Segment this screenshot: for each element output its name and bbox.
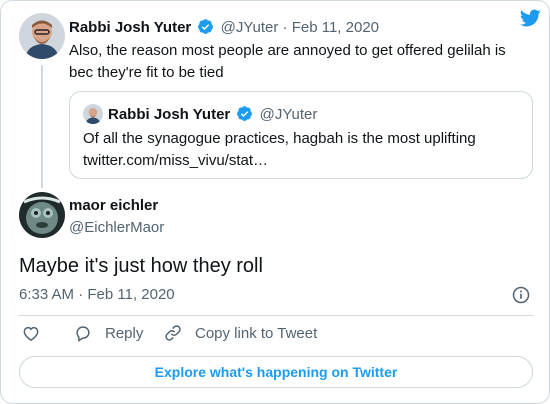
reply-icon	[76, 326, 90, 342]
avatar[interactable]	[19, 13, 65, 59]
tweet-timestamp[interactable]: 6:33 AM · Feb 11, 2020	[19, 286, 175, 303]
quoted-avatar	[83, 104, 103, 124]
verified-badge-icon	[198, 19, 214, 34]
twitter-logo-icon[interactable]	[517, 7, 543, 34]
quoted-link[interactable]: twitter.com/miss_vivu/stat…	[83, 150, 523, 172]
quoted-author-name: Rabbi Josh Yuter	[108, 106, 231, 123]
tweet-actions: Reply Copy link to Tweet	[19, 323, 533, 349]
tweet-date[interactable]: Feb 11, 2020	[292, 19, 379, 36]
divider	[19, 315, 533, 316]
parent-tweet-header: Rabbi Josh Yuter @JYuter · Feb 11, 2020	[69, 18, 379, 36]
quoted-tweet[interactable]: Rabbi Josh Yuter @JYuter Of all the syna…	[69, 91, 533, 179]
copy-link-button[interactable]: Copy link to Tweet	[163, 323, 317, 343]
like-button[interactable]	[21, 323, 41, 343]
thread-connector-line	[41, 65, 43, 188]
avatar[interactable]	[19, 192, 65, 238]
heart-icon	[23, 326, 39, 341]
parent-tweet-text: Also, the reason most people are annoyed…	[69, 42, 506, 81]
quoted-tweet-header: Rabbi Josh Yuter @JYuter	[108, 105, 317, 123]
author-handle[interactable]: @EichlerMaor	[69, 219, 164, 236]
author-handle[interactable]: @JYuter	[221, 19, 279, 36]
reply-label: Reply	[105, 324, 144, 342]
tweet-text: Maybe it's just how they roll	[19, 255, 263, 277]
reply-button[interactable]: Reply	[73, 323, 143, 343]
link-icon	[165, 325, 181, 341]
quoted-text-line: Of all the synagogue practices, hagbah i…	[83, 130, 476, 147]
quoted-tweet-text: Of all the synagogue practices, hagbah i…	[83, 128, 523, 172]
separator-dot: ·	[282, 19, 288, 36]
quoted-author-handle: @JYuter	[259, 106, 318, 123]
verified-badge-icon	[237, 106, 253, 121]
explore-button[interactable]: Explore what's happening on Twitter	[19, 356, 533, 388]
copy-link-label: Copy link to Tweet	[195, 324, 318, 342]
author-name[interactable]: maor eichler	[69, 197, 158, 214]
embedded-tweet-card: Rabbi Josh Yuter @JYuter · Feb 11, 2020 …	[0, 0, 550, 404]
author-name[interactable]: Rabbi Josh Yuter	[69, 19, 191, 36]
info-icon[interactable]	[511, 285, 531, 310]
